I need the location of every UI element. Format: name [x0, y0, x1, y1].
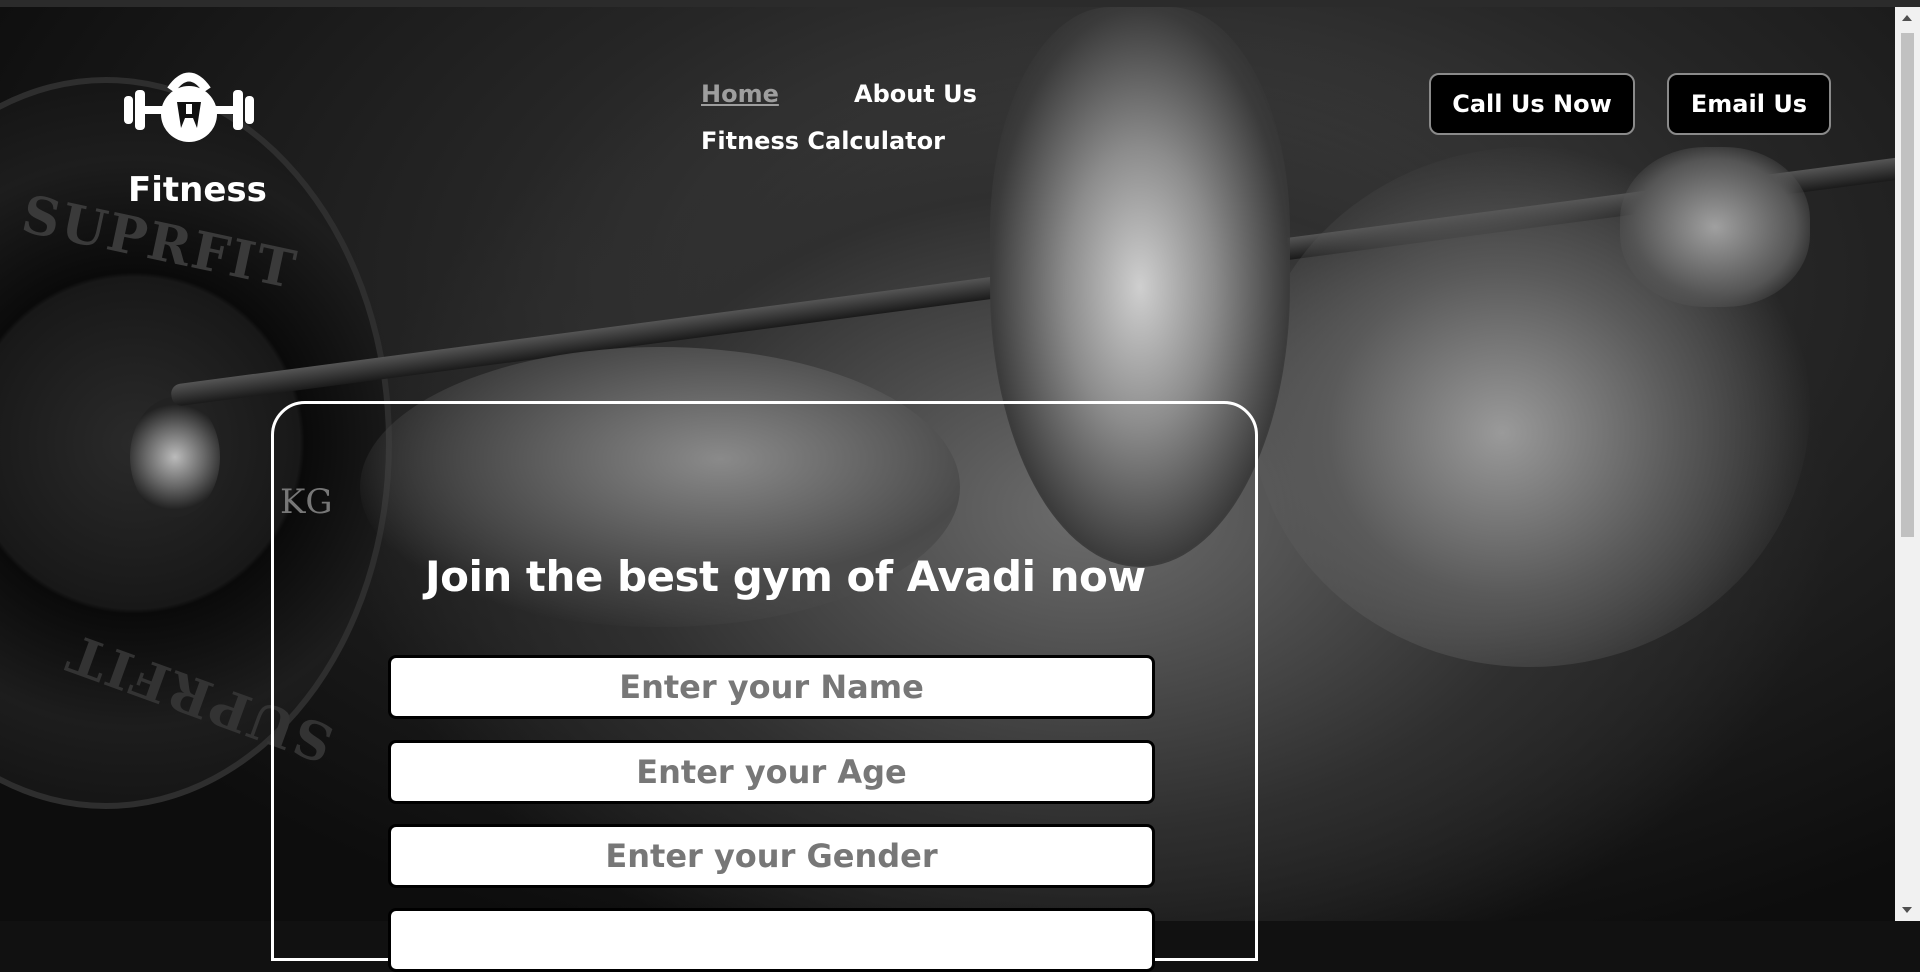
call-us-button[interactable]: Call Us Now	[1429, 73, 1635, 135]
browser-top-edge	[0, 0, 1920, 7]
email-us-button[interactable]: Email Us	[1667, 73, 1831, 135]
scroll-up-icon[interactable]	[1902, 15, 1912, 21]
gender-input[interactable]: Enter your Gender	[388, 824, 1155, 888]
scrollbar-thumb[interactable]	[1901, 33, 1914, 537]
right-fist	[1620, 147, 1810, 307]
brand-name: Fitness	[128, 170, 267, 210]
form-title: Join the best gym of Avadi now	[425, 552, 1146, 601]
name-input[interactable]: Enter your Name	[388, 655, 1155, 719]
scroll-down-icon[interactable]	[1902, 907, 1912, 913]
nav-calculator-link[interactable]: Fitness Calculator	[701, 127, 945, 155]
brand-logo[interactable]: Fitness	[90, 52, 290, 222]
next-input[interactable]	[388, 908, 1155, 972]
nav-home-link[interactable]: Home	[701, 80, 779, 108]
nav-about-link[interactable]: About Us	[854, 80, 977, 108]
kettlebell-barbell-icon	[124, 72, 254, 142]
plate-hub	[130, 397, 220, 517]
age-input[interactable]: Enter your Age	[388, 740, 1155, 804]
page-scrollbar[interactable]	[1895, 7, 1920, 921]
